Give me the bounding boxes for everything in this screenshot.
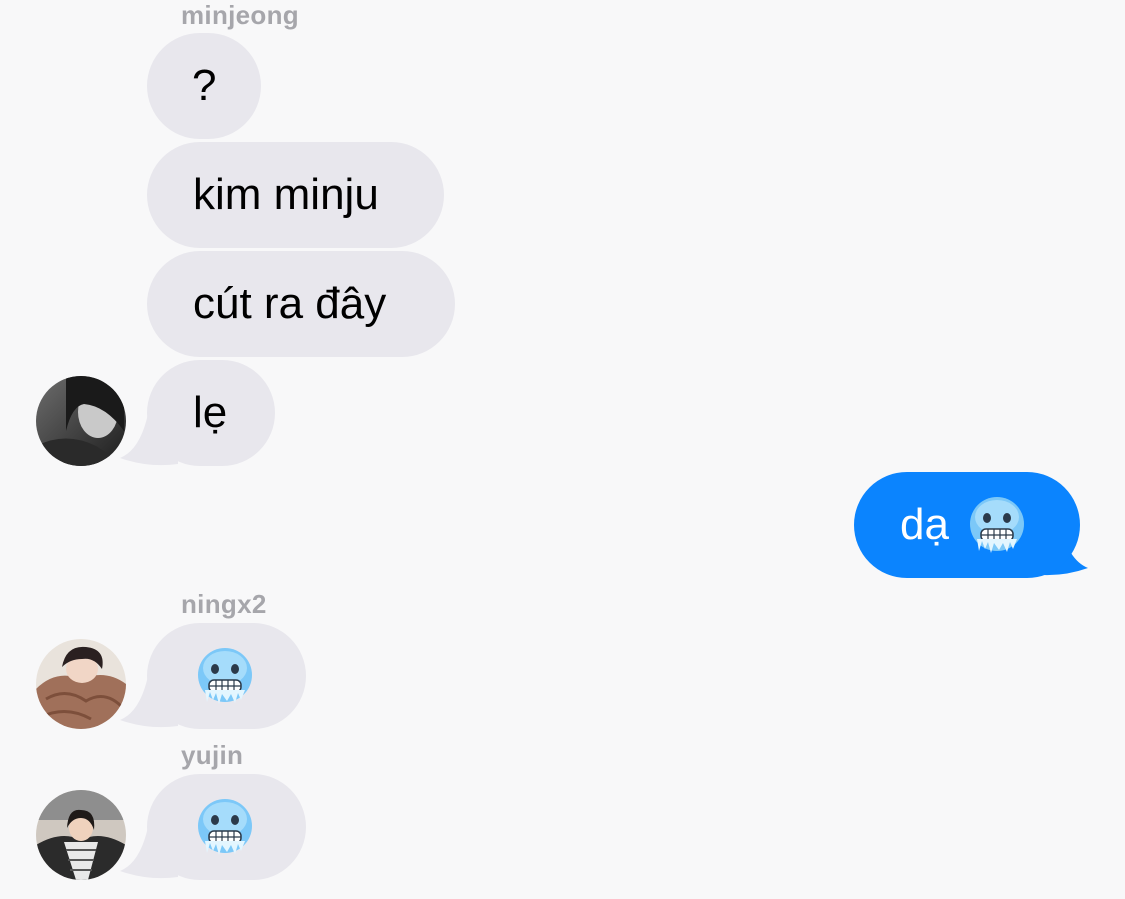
message-text: dạ bbox=[900, 500, 949, 549]
message-text: kim minju bbox=[193, 170, 379, 219]
cold-face-emoji-icon bbox=[195, 646, 255, 706]
message-bubble[interactable]: ? bbox=[147, 33, 261, 139]
message-text: cút ra đây bbox=[193, 279, 387, 328]
cold-face-emoji-icon bbox=[967, 495, 1027, 555]
cold-face-emoji-icon bbox=[195, 797, 255, 857]
message-bubble[interactable] bbox=[147, 774, 306, 880]
message-bubble-outgoing[interactable]: dạ bbox=[854, 472, 1080, 578]
sender-name-ningx2: ningx2 bbox=[181, 589, 267, 619]
message-bubble[interactable]: lẹ bbox=[147, 360, 275, 466]
message-bubble[interactable]: cút ra đây bbox=[147, 251, 455, 357]
sender-name-yujin: yujin bbox=[181, 740, 244, 770]
message-text: lẹ bbox=[193, 388, 228, 437]
avatar-minjeong[interactable] bbox=[36, 376, 126, 466]
message-bubble[interactable] bbox=[147, 623, 306, 729]
message-text: ? bbox=[192, 61, 217, 110]
avatar-ningx2[interactable] bbox=[36, 639, 126, 729]
sender-name-minjeong: minjeong bbox=[181, 0, 299, 30]
avatar-yujin[interactable] bbox=[36, 790, 126, 880]
message-bubble[interactable]: kim minju bbox=[147, 142, 444, 248]
